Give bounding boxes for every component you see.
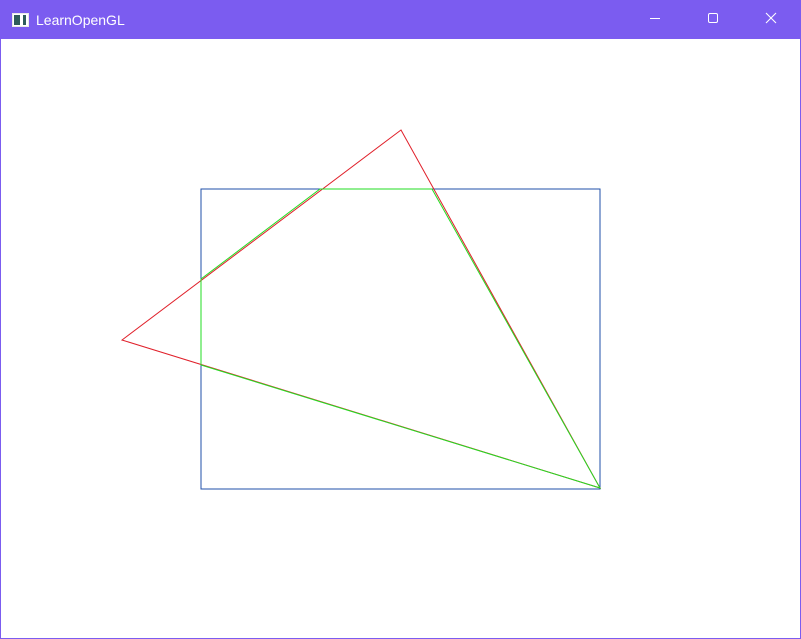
- green-triangle: [200, 188, 602, 489]
- app-icon: [12, 13, 29, 27]
- app-window: LearnOpenGL: [0, 0, 801, 639]
- minimize-button[interactable]: [626, 1, 684, 39]
- minimize-icon: [649, 11, 661, 29]
- render-canvas: [120, 129, 602, 490]
- title-bar[interactable]: LearnOpenGL: [1, 1, 800, 39]
- opengl-viewport[interactable]: [1, 39, 800, 638]
- window-title: LearnOpenGL: [36, 12, 125, 28]
- close-icon: [765, 11, 777, 29]
- red-triangle: [120, 129, 602, 489]
- close-button[interactable]: [742, 1, 800, 39]
- maximize-icon: [707, 11, 719, 29]
- maximize-button[interactable]: [684, 1, 742, 39]
